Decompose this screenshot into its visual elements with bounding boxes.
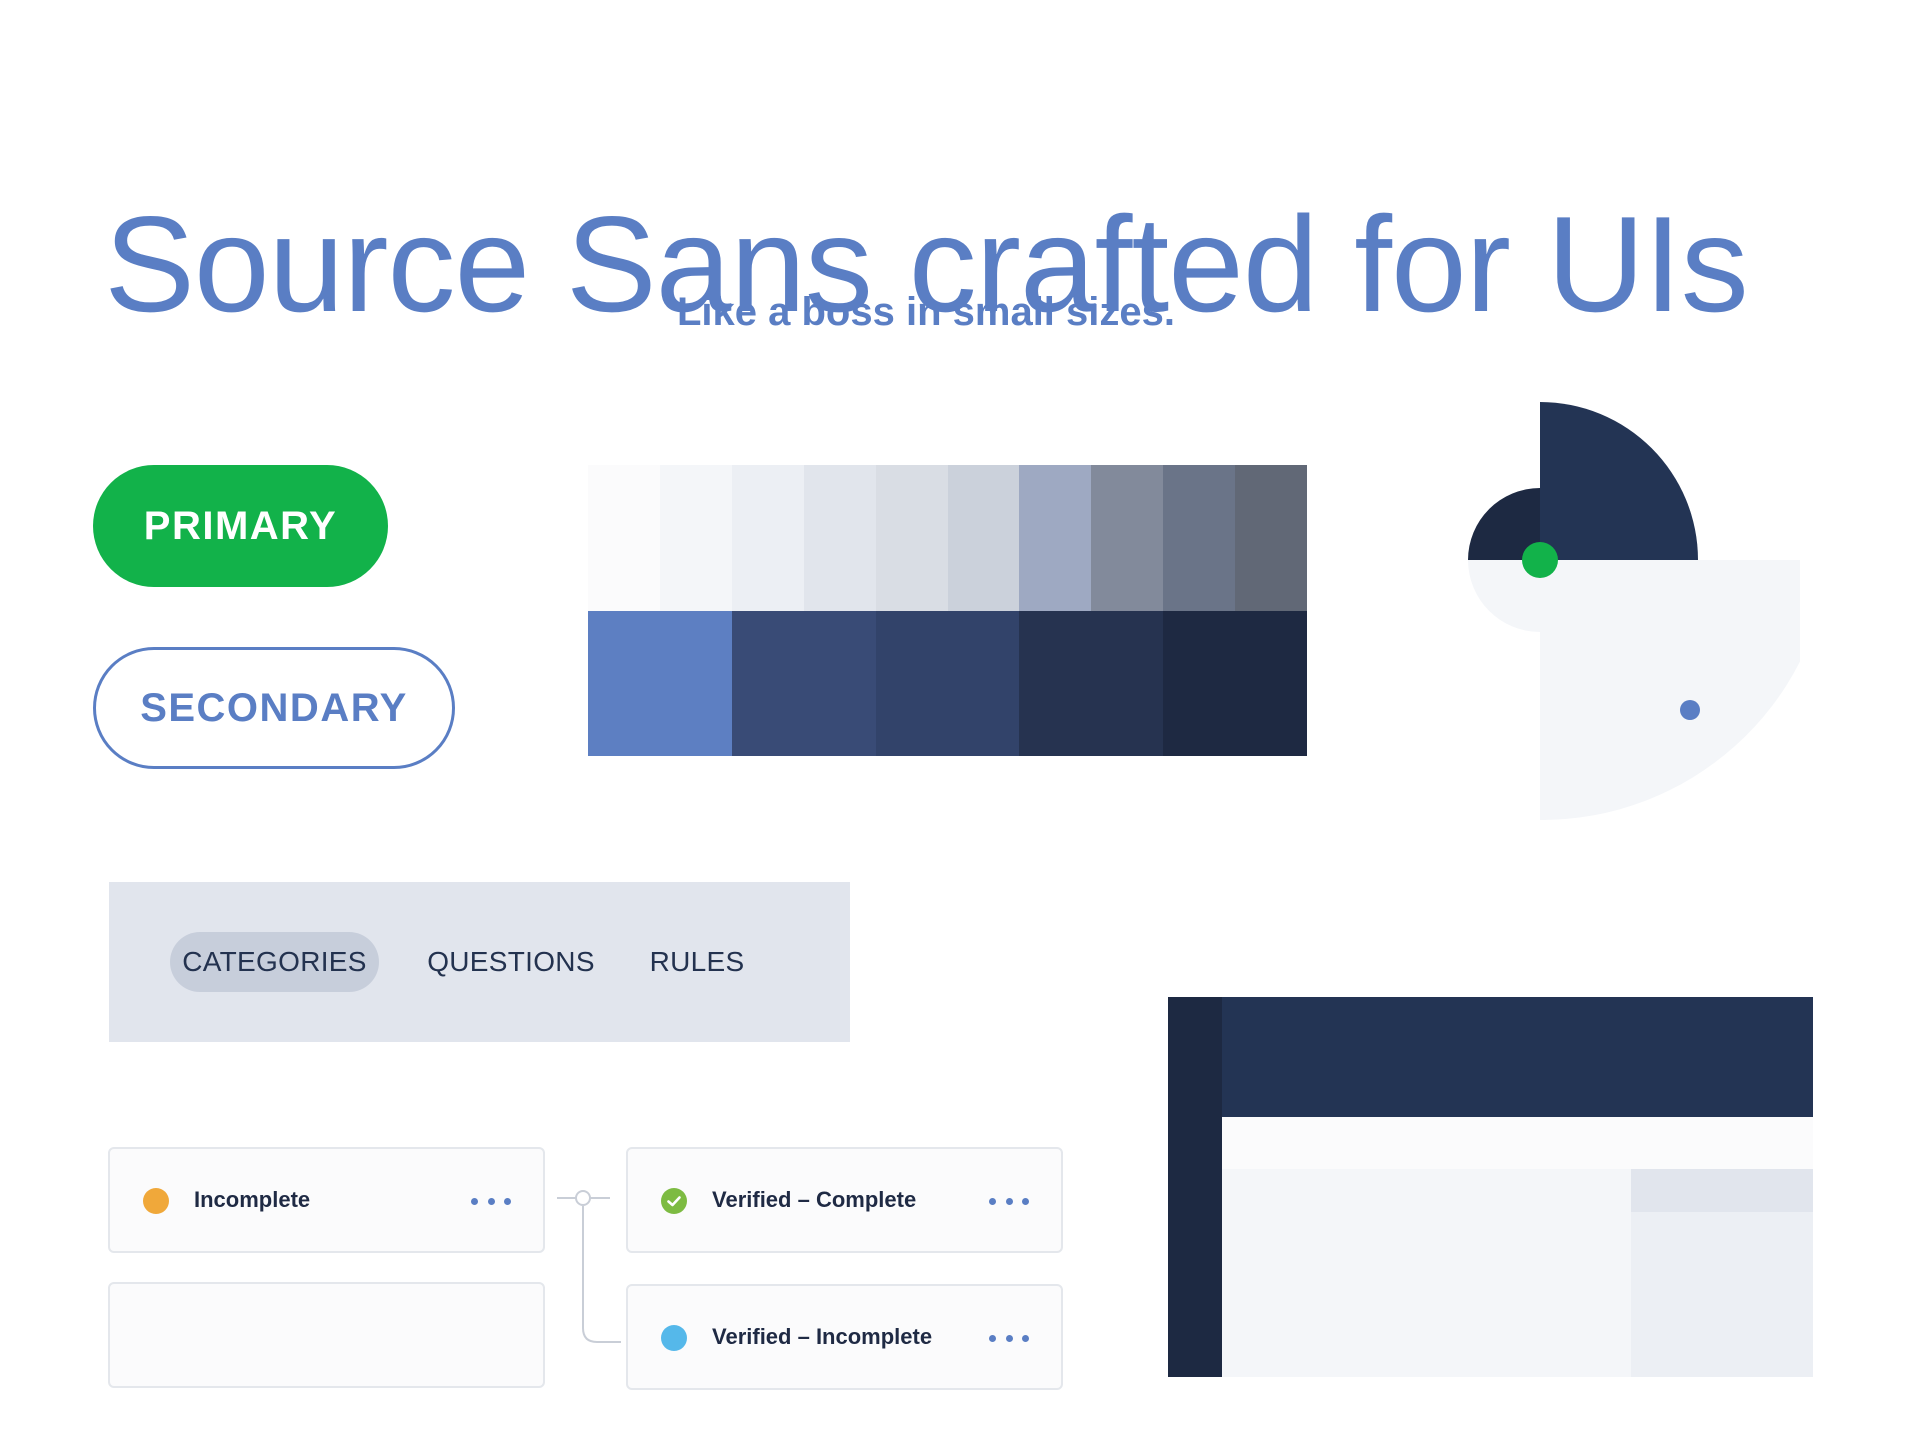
check-circle-fill xyxy=(661,1188,687,1214)
window-header xyxy=(1222,997,1813,1117)
green-dot xyxy=(1522,542,1558,578)
window-toolbar xyxy=(1222,1117,1813,1169)
orange-status-dot-icon xyxy=(143,1188,169,1214)
swatch xyxy=(875,465,948,611)
primary-button[interactable]: PRIMARY xyxy=(93,465,388,587)
empty-card xyxy=(108,1282,545,1388)
tab-bar: CATEGORIES QUESTIONS RULES xyxy=(109,882,850,1042)
swatch xyxy=(731,465,804,611)
more-options-icon[interactable] xyxy=(989,1328,1029,1348)
status-label: Incomplete xyxy=(194,1187,311,1212)
light-quarter-circle xyxy=(1540,560,1800,820)
check-circle-icon xyxy=(661,1188,687,1214)
window-main-content xyxy=(1222,1169,1631,1377)
swatch xyxy=(1019,610,1164,756)
swatch xyxy=(803,465,876,611)
more-options-icon[interactable] xyxy=(471,1191,511,1211)
palette-row-neutrals xyxy=(588,465,1308,611)
window-sidebar xyxy=(1168,997,1222,1377)
status-label: Verified – Complete xyxy=(712,1187,917,1212)
more-options-icon[interactable] xyxy=(989,1191,1029,1211)
blue-status-dot-icon xyxy=(661,1325,687,1351)
swatch xyxy=(1019,465,1092,611)
swatch xyxy=(659,465,732,611)
status-card-verified-complete[interactable]: Verified – Complete xyxy=(626,1147,1063,1253)
tab-categories[interactable]: CATEGORIES xyxy=(170,932,379,992)
tab-questions[interactable]: QUESTIONS xyxy=(426,932,596,992)
status-card-incomplete[interactable]: Incomplete xyxy=(108,1147,545,1253)
abstract-shapes-illustration xyxy=(1468,402,1800,820)
status-label: Verified – Incomplete xyxy=(712,1324,933,1349)
status-card-verified-incomplete[interactable]: Verified – Incomplete xyxy=(626,1284,1063,1390)
page-subtitle: Like a boss in small sizes. xyxy=(676,290,1175,334)
secondary-button[interactable]: SECONDARY xyxy=(93,647,455,769)
swatch xyxy=(947,465,1020,611)
swatch xyxy=(875,610,1020,756)
swatch xyxy=(588,465,660,611)
navy-quarter-circle xyxy=(1540,402,1698,560)
swatch xyxy=(1163,465,1236,611)
window-panel-header xyxy=(1631,1169,1813,1212)
swatch xyxy=(731,610,876,756)
app-window-mockup xyxy=(1168,997,1813,1377)
swatch xyxy=(588,610,732,756)
color-palette xyxy=(588,465,1308,756)
tab-rules[interactable]: RULES xyxy=(642,932,752,992)
window-side-panel xyxy=(1631,1212,1813,1377)
swatch xyxy=(1163,610,1307,756)
swatch xyxy=(1235,465,1308,611)
swatch xyxy=(1091,465,1164,611)
blue-dot xyxy=(1680,700,1700,720)
palette-row-brand xyxy=(588,610,1307,756)
showcase-page: Source Sans crafted for UIs Like a boss … xyxy=(0,0,1920,1440)
connector-line xyxy=(557,1190,621,1343)
